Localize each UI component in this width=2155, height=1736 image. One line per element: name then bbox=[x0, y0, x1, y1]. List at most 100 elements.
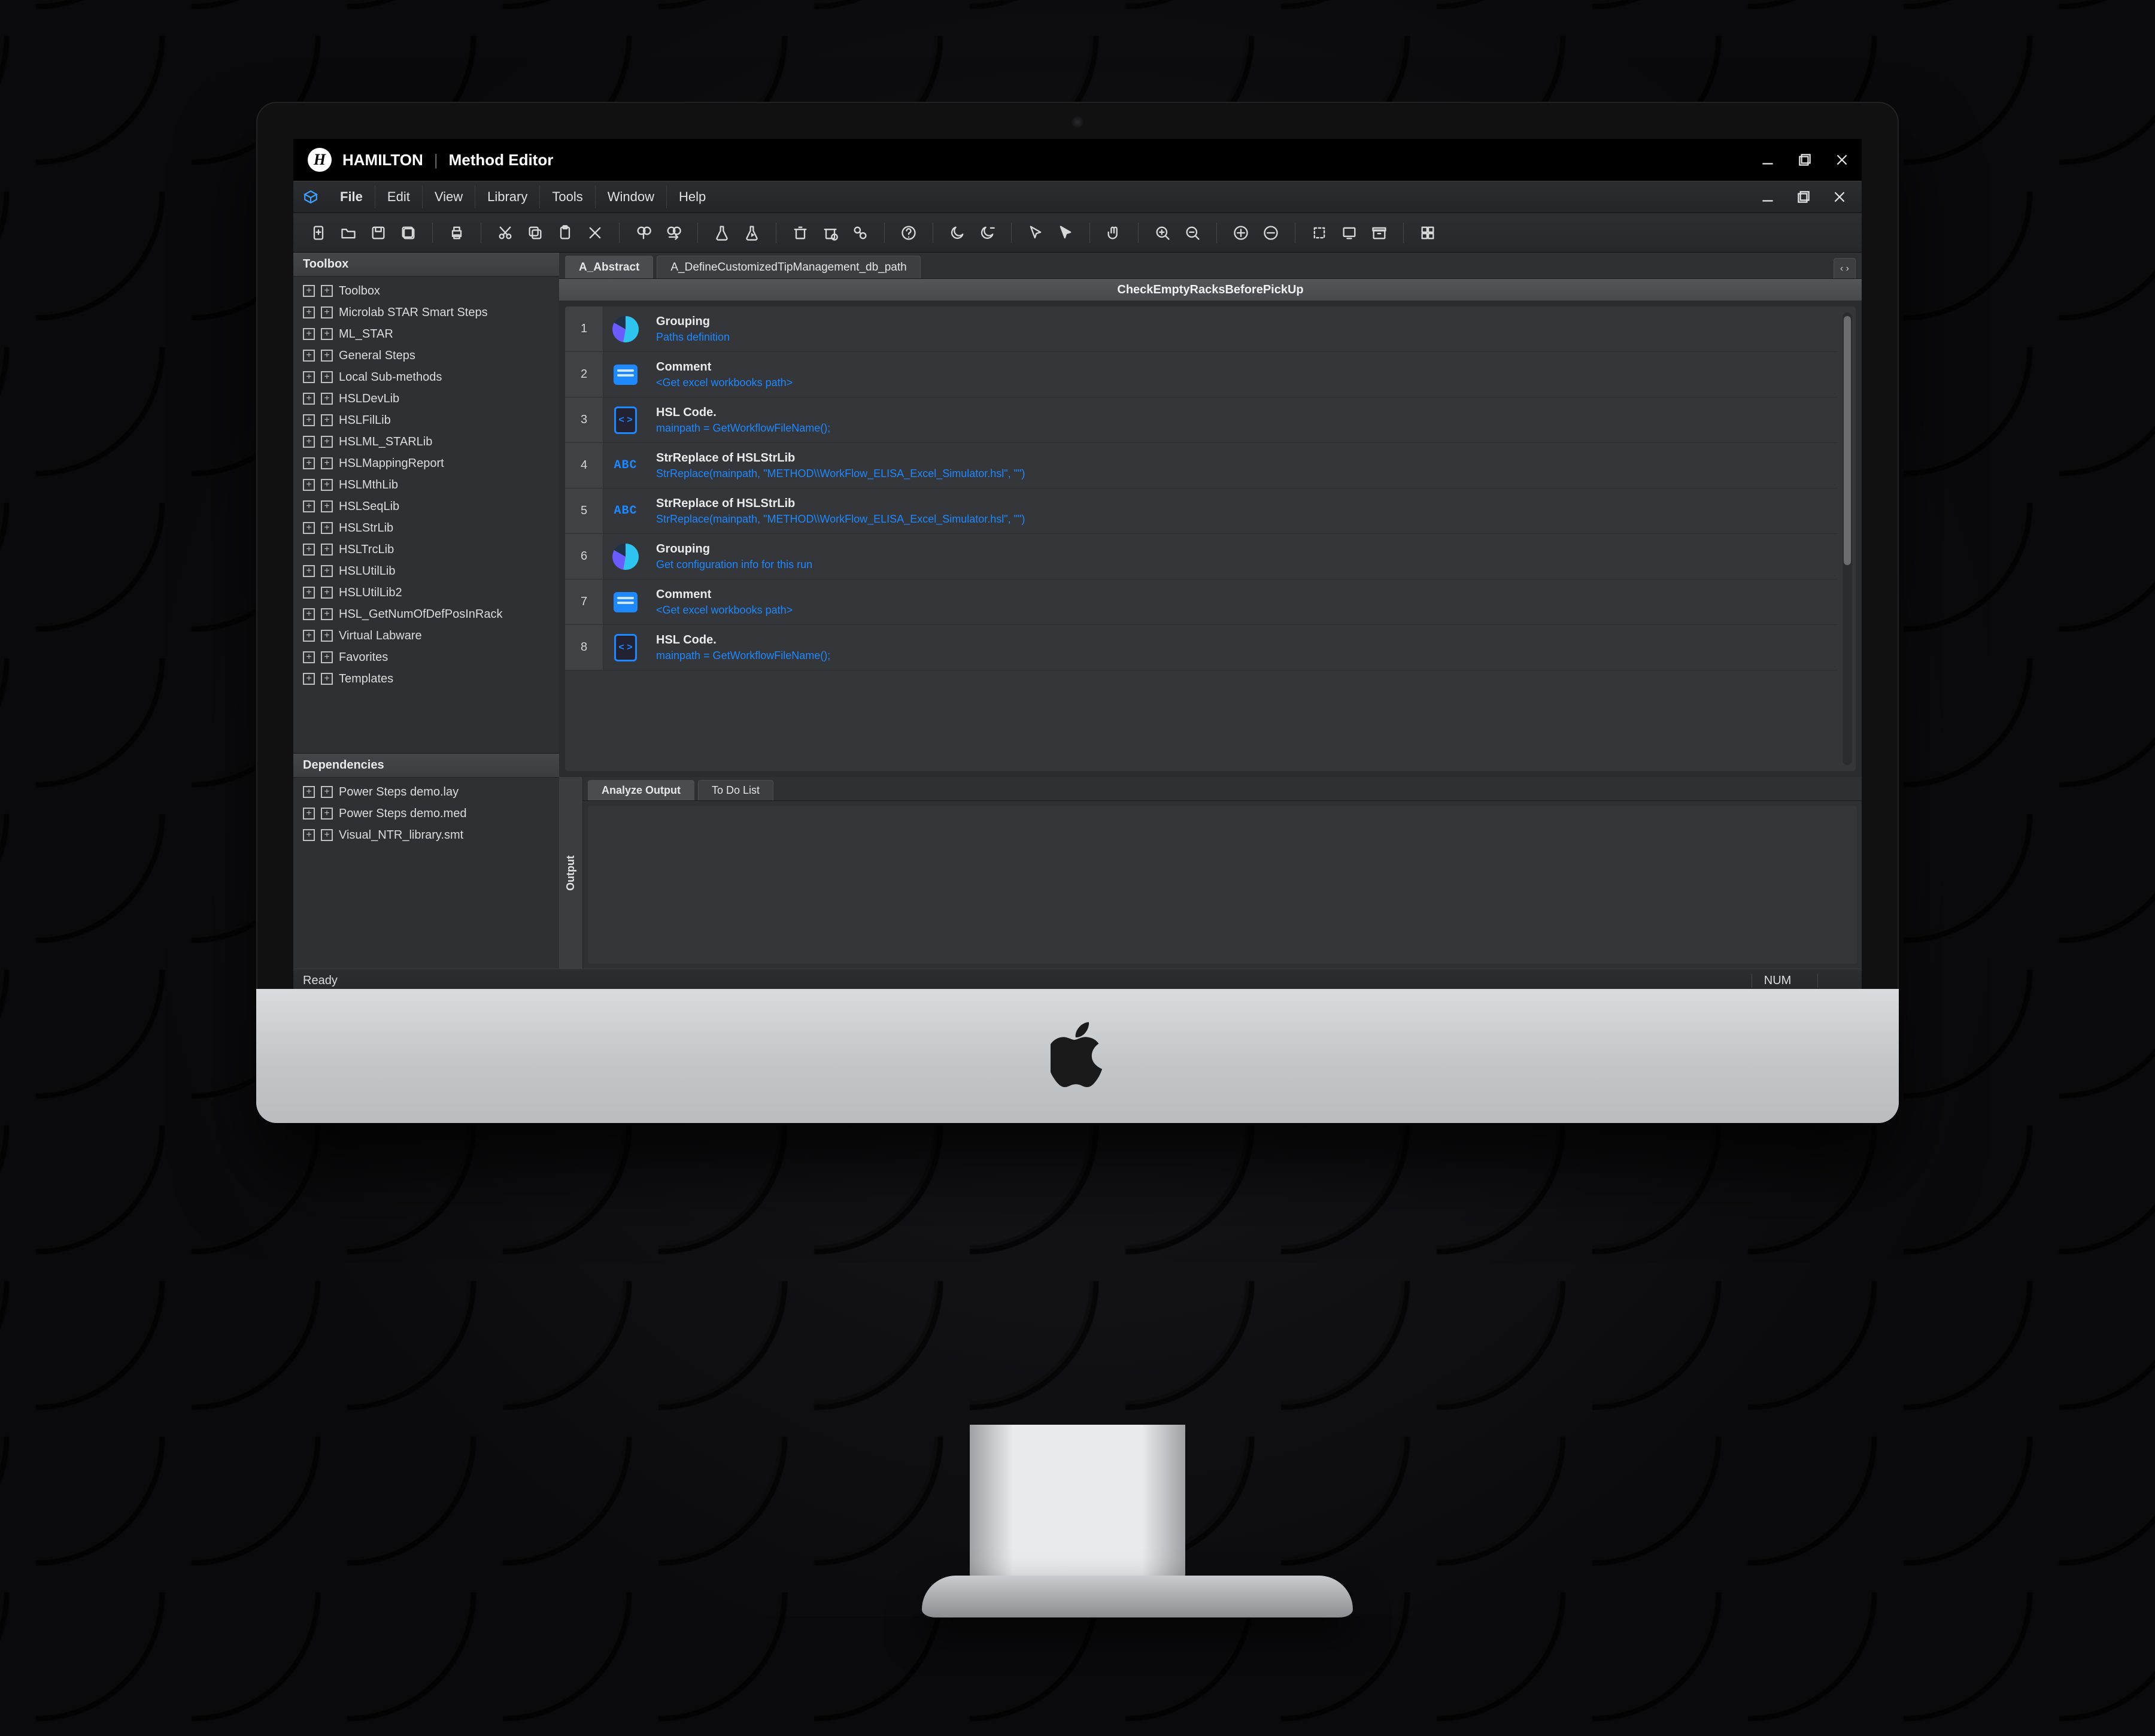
tree-item[interactable]: ++HSLDevLib bbox=[293, 388, 559, 409]
find-icon[interactable] bbox=[632, 221, 655, 245]
paste-icon[interactable] bbox=[553, 221, 577, 245]
tree-item[interactable]: ++HSLTrcLib bbox=[293, 539, 559, 560]
replace-icon[interactable] bbox=[661, 221, 685, 245]
copy-icon[interactable] bbox=[523, 221, 547, 245]
trash-icon[interactable] bbox=[788, 221, 812, 245]
tree-item[interactable]: ++Microlab STAR Smart Steps bbox=[293, 302, 559, 323]
flask-icon[interactable] bbox=[710, 221, 734, 245]
moon-icon[interactable] bbox=[945, 221, 969, 245]
tree-item[interactable]: ++Virtual Labware bbox=[293, 625, 559, 647]
tree-item[interactable]: ++Visual_NTR_library.smt bbox=[293, 824, 559, 846]
add-icon[interactable]: + bbox=[321, 371, 333, 383]
expand-icon[interactable]: + bbox=[303, 457, 315, 469]
remove-icon[interactable] bbox=[1259, 221, 1283, 245]
method-tab[interactable]: A_DefineCustomizedTipManagement_db_path bbox=[657, 256, 920, 278]
expand-icon[interactable]: + bbox=[303, 414, 315, 426]
expand-icon[interactable]: + bbox=[303, 393, 315, 405]
tree-item[interactable]: ++HSLFilLib bbox=[293, 409, 559, 431]
add-icon[interactable]: + bbox=[321, 544, 333, 556]
output-tab[interactable]: To Do List bbox=[698, 780, 773, 800]
add-icon[interactable]: + bbox=[321, 651, 333, 663]
cut-icon[interactable] bbox=[493, 221, 517, 245]
zoom-out-icon[interactable] bbox=[1180, 221, 1204, 245]
select-rect-icon[interactable] bbox=[1307, 221, 1331, 245]
add-icon[interactable]: + bbox=[321, 500, 333, 512]
expand-icon[interactable]: + bbox=[303, 651, 315, 663]
expand-icon[interactable]: + bbox=[303, 587, 315, 599]
tree-item[interactable]: ++Toolbox bbox=[293, 280, 559, 302]
screen-icon[interactable] bbox=[1337, 221, 1361, 245]
add-icon[interactable]: + bbox=[321, 565, 333, 577]
trash-add-icon[interactable] bbox=[818, 221, 842, 245]
step-row[interactable]: 8HSL Code.mainpath = GetWorkflowFileName… bbox=[565, 625, 1838, 670]
step-row[interactable]: 5ABCStrReplace of HSLStrLibStrReplace(ma… bbox=[565, 488, 1838, 534]
step-row[interactable]: 7Comment<Get excel workbooks path> bbox=[565, 579, 1838, 625]
step-row[interactable]: 6GroupingGet configuration info for this… bbox=[565, 534, 1838, 579]
expand-icon[interactable]: + bbox=[303, 371, 315, 383]
tree-item[interactable]: ++HSL_GetNumOfDefPosInRack bbox=[293, 603, 559, 625]
menu-edit[interactable]: Edit bbox=[375, 186, 423, 208]
window-close-button[interactable] bbox=[1832, 150, 1852, 170]
add-icon[interactable]: + bbox=[321, 436, 333, 448]
doc-restore-button[interactable] bbox=[1793, 187, 1814, 207]
menu-tools[interactable]: Tools bbox=[540, 186, 595, 208]
hand-icon[interactable] bbox=[1102, 221, 1126, 245]
expand-icon[interactable]: + bbox=[303, 436, 315, 448]
add-icon[interactable]: + bbox=[321, 608, 333, 620]
tree-item[interactable]: ++HSLSeqLib bbox=[293, 496, 559, 517]
tree-item[interactable]: ++HSLML_STARLib bbox=[293, 431, 559, 453]
expand-icon[interactable]: + bbox=[303, 673, 315, 685]
delete-icon[interactable] bbox=[583, 221, 607, 245]
add-icon[interactable]: + bbox=[321, 457, 333, 469]
expand-icon[interactable]: + bbox=[303, 829, 315, 841]
add-icon[interactable]: + bbox=[321, 522, 333, 534]
moon-icon[interactable] bbox=[975, 221, 999, 245]
add-icon[interactable]: + bbox=[321, 414, 333, 426]
step-row[interactable]: 4ABCStrReplace of HSLStrLibStrReplace(ma… bbox=[565, 443, 1838, 488]
tree-item[interactable]: ++General Steps bbox=[293, 345, 559, 366]
help-icon[interactable] bbox=[897, 221, 921, 245]
add-icon[interactable]: + bbox=[321, 829, 333, 841]
method-tab[interactable]: A_Abstract bbox=[565, 256, 653, 278]
tree-item[interactable]: ++HSLMappingReport bbox=[293, 453, 559, 474]
menu-view[interactable]: View bbox=[423, 186, 475, 208]
pointer-icon[interactable] bbox=[1054, 221, 1078, 245]
menu-library[interactable]: Library bbox=[475, 186, 540, 208]
expand-icon[interactable]: + bbox=[303, 500, 315, 512]
tree-item[interactable]: ++HSLMthLib bbox=[293, 474, 559, 496]
expand-icon[interactable]: + bbox=[303, 479, 315, 491]
tree-item[interactable]: ++HSLUtilLib2 bbox=[293, 582, 559, 603]
zoom-in-icon[interactable] bbox=[1151, 221, 1174, 245]
menu-file[interactable]: File bbox=[328, 186, 375, 208]
open-folder-icon[interactable] bbox=[336, 221, 360, 245]
output-vertical-tab[interactable]: Output bbox=[559, 777, 583, 969]
expand-icon[interactable]: + bbox=[303, 544, 315, 556]
add-icon[interactable]: + bbox=[321, 587, 333, 599]
expand-icon[interactable]: + bbox=[303, 630, 315, 642]
step-row[interactable]: 3HSL Code.mainpath = GetWorkflowFileName… bbox=[565, 397, 1838, 443]
step-row[interactable]: 1GroupingPaths definition bbox=[565, 306, 1838, 352]
expand-icon[interactable]: + bbox=[303, 350, 315, 362]
add-icon[interactable] bbox=[1229, 221, 1253, 245]
tab-nav[interactable]: ‹ › bbox=[1834, 258, 1856, 278]
expand-icon[interactable]: + bbox=[303, 285, 315, 297]
dependencies-tree[interactable]: ++Power Steps demo.lay++Power Steps demo… bbox=[293, 778, 559, 969]
flask-run-icon[interactable] bbox=[740, 221, 764, 245]
expand-icon[interactable]: + bbox=[303, 306, 315, 318]
expand-icon[interactable]: + bbox=[303, 608, 315, 620]
output-tab[interactable]: Analyze Output bbox=[588, 780, 694, 800]
expand-icon[interactable]: + bbox=[303, 522, 315, 534]
print-icon[interactable] bbox=[445, 221, 469, 245]
step-row[interactable]: 2Comment<Get excel workbooks path> bbox=[565, 352, 1838, 397]
tree-item[interactable]: ++Power Steps demo.med bbox=[293, 803, 559, 824]
tree-item[interactable]: ++Local Sub-methods bbox=[293, 366, 559, 388]
grid-icon[interactable] bbox=[1416, 221, 1440, 245]
toolbox-tree[interactable]: ++Toolbox++Microlab STAR Smart Steps++ML… bbox=[293, 277, 559, 753]
expand-icon[interactable]: + bbox=[303, 808, 315, 820]
doc-minimize-button[interactable] bbox=[1758, 187, 1778, 207]
save-all-icon[interactable] bbox=[396, 221, 420, 245]
add-icon[interactable]: + bbox=[321, 393, 333, 405]
scrollbar[interactable] bbox=[1843, 312, 1852, 765]
add-icon[interactable]: + bbox=[321, 630, 333, 642]
add-icon[interactable]: + bbox=[321, 479, 333, 491]
